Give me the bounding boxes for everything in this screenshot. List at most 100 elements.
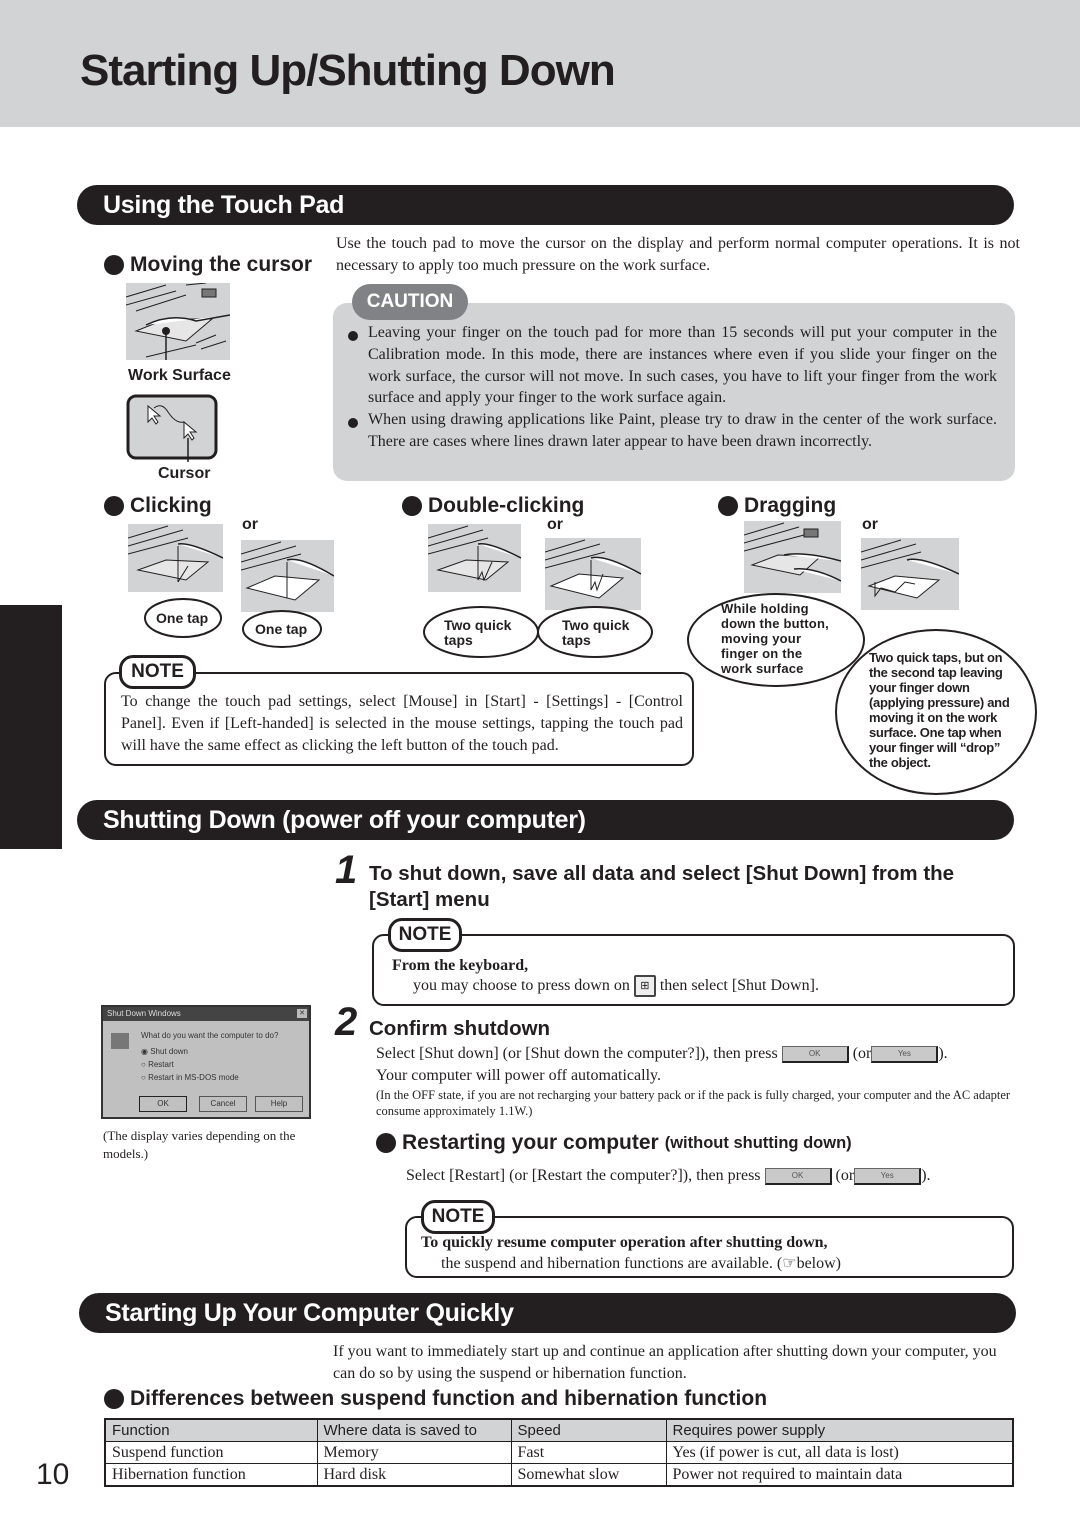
dialog-question: What do you want the computer to do? [141,1031,279,1040]
table-cell: Yes (if power is cut, all data is lost) [665,1441,1014,1464]
dialog-close-icon: ✕ [297,1009,307,1018]
table-row: Suspend function Memory Fast Yes (if pow… [104,1441,1014,1464]
clicking-bubble-2: One tap [255,621,308,637]
dialog-option-label: Restart in MS-DOS mode [148,1073,239,1082]
restart-line: Select [Restart] (or [Restart the comput… [406,1165,931,1187]
page-title: Starting Up/Shutting Down [80,46,616,95]
resume-note-after: below) [796,1255,841,1272]
table-cell: Power not required to maintain data [665,1463,1014,1487]
bullet-icon [718,496,738,516]
step2-line2: Your computer will power off automatical… [376,1067,661,1084]
resume-note-tag: NOTE [421,1200,495,1234]
or-text: (or [835,1167,855,1184]
step1-note-after: then select [Shut Down]. [659,977,819,994]
step2-number: 2 [335,1000,358,1044]
step1-note-line: you may choose to press down on ⊞ then s… [413,975,819,998]
shutdown-dialog-image: Shut Down Windows ✕ What do you want the… [101,1005,311,1119]
restart-heading: Restarting your computer (without shutti… [376,1131,852,1155]
double-clicking-bubble-1: Two quick taps [444,617,512,648]
double-clicking-heading: Double-clicking [402,494,584,518]
double-clicking-illustration-1 [428,524,521,592]
table-cell: Hard disk [316,1463,512,1487]
clicking-heading: Clicking [104,494,212,518]
bullet-icon [104,1389,124,1409]
quick-intro: If you want to immediately start up and … [333,1343,997,1382]
computer-icon [111,1033,129,1049]
table-cell: Fast [510,1441,667,1464]
yes-button-image: Yes [871,1045,939,1063]
section-quick-header: Starting Up Your Computer Quickly [79,1293,1016,1333]
restart-heading-suffix: (without shutting down) [664,1133,852,1152]
clicking-or: or [242,516,258,533]
dialog-option-label: Restart [148,1060,174,1069]
bullet-icon [402,496,422,516]
table-cell: Suspend function [104,1441,318,1464]
differences-heading: Differences between suspend function and… [104,1387,767,1411]
moving-cursor-heading-text: Moving the cursor [130,253,313,276]
bullet-icon [104,496,124,516]
dialog-option: ○ Restart [141,1060,174,1069]
dialog-caption: (The display varies depending on the mod… [103,1128,296,1161]
page-number: 10 [36,1458,70,1491]
touchpad-note-text: To change the touch pad settings, select… [121,693,683,754]
pointing-hand-icon: ☞ [782,1255,797,1272]
table-row: Hibernation function Hard disk Somewhat … [104,1463,1014,1487]
restart-line-text: Select [Restart] (or [Restart the comput… [406,1167,761,1184]
dragging-heading-text: Dragging [744,494,837,517]
caution-list: Leaving your finger on the touch pad for… [347,322,997,453]
cursor-screen-illustration [126,394,218,462]
section-quick-title: Starting Up Your Computer Quickly [105,1299,514,1327]
dialog-titlebar: Shut Down Windows ✕ [103,1007,309,1021]
dragging-bubble-2: Two quick taps, but on the second tap le… [869,650,1010,770]
dragging-illustration-1 [744,521,841,593]
dialog-option: ◉ Shut down [141,1047,189,1056]
moving-cursor-heading: Moving the cursor [104,253,312,277]
step2-line1-text: Select [Shut down] (or [Shut down the co… [376,1045,778,1062]
section-touchpad-header: Using the Touch Pad [77,185,1014,225]
double-clicking-or: or [547,516,563,533]
step1-note-bold: From the keyboard, [392,957,529,974]
step2-title: Confirm shutdown [369,1017,551,1040]
table-header-cell: Function [104,1418,318,1442]
table-header-cell: Requires power supply [665,1418,1014,1442]
step1-note-tag: NOTE [388,918,462,952]
touchpad-intro: Use the touch pad to move the cursor on … [336,235,1020,274]
cursor-label: Cursor [158,465,211,482]
clicking-illustration-1 [128,524,223,592]
touchpad-work-surface-illustration [126,283,230,360]
table-cell: Somewhat slow [510,1463,667,1487]
table-cell: Memory [316,1441,512,1464]
resume-note-bold: To quickly resume computer operation aft… [421,1234,828,1251]
close-paren: ). [938,1045,948,1062]
dialog-option: ○ Restart in MS-DOS mode [141,1073,239,1082]
or-text: (or [852,1045,872,1062]
close-paren: ). [921,1167,931,1184]
bullet-icon [348,331,358,341]
resume-note-text: the suspend and hibernation functions ar… [441,1255,783,1272]
table-cell: Hibernation function [104,1463,318,1487]
differences-heading-text: Differences between suspend function and… [130,1387,768,1410]
step2-line1: Select [Shut down] (or [Shut down the co… [376,1043,948,1065]
caution-item: Leaving your finger on the touch pad for… [347,322,997,409]
step1-title: To shut down, save all data and select [… [369,862,955,911]
section-touchpad-title: Using the Touch Pad [103,191,345,219]
dialog-title: Shut Down Windows [107,1009,181,1018]
dialog-help-button: Help [255,1096,303,1112]
chapter-side-tab [0,605,62,849]
dialog-cancel-button: Cancel [199,1096,247,1112]
dragging-bubble-1: While holding down the button, moving yo… [721,601,829,676]
table-header-cell: Speed [510,1418,667,1442]
section-shutdown-title: Shutting Down (power off your computer) [103,806,586,834]
caution-tag: CAUTION [352,284,468,320]
ok-button-image: OK [781,1045,849,1063]
comparison-table: Function Where data is saved to Speed Re… [104,1418,1014,1487]
yes-button-image: Yes [854,1167,922,1185]
section-shutdown-header: Shutting Down (power off your computer) [77,800,1014,840]
dragging-or: or [862,516,878,533]
dialog-option-label: Shut down [150,1047,189,1056]
table-header-row: Function Where data is saved to Speed Re… [104,1418,1014,1442]
bullet-icon [348,418,358,429]
resume-note-line: the suspend and hibernation functions ar… [441,1253,841,1275]
double-clicking-heading-text: Double-clicking [428,494,585,517]
caution-item-text: Leaving your finger on the touch pad for… [368,324,997,407]
